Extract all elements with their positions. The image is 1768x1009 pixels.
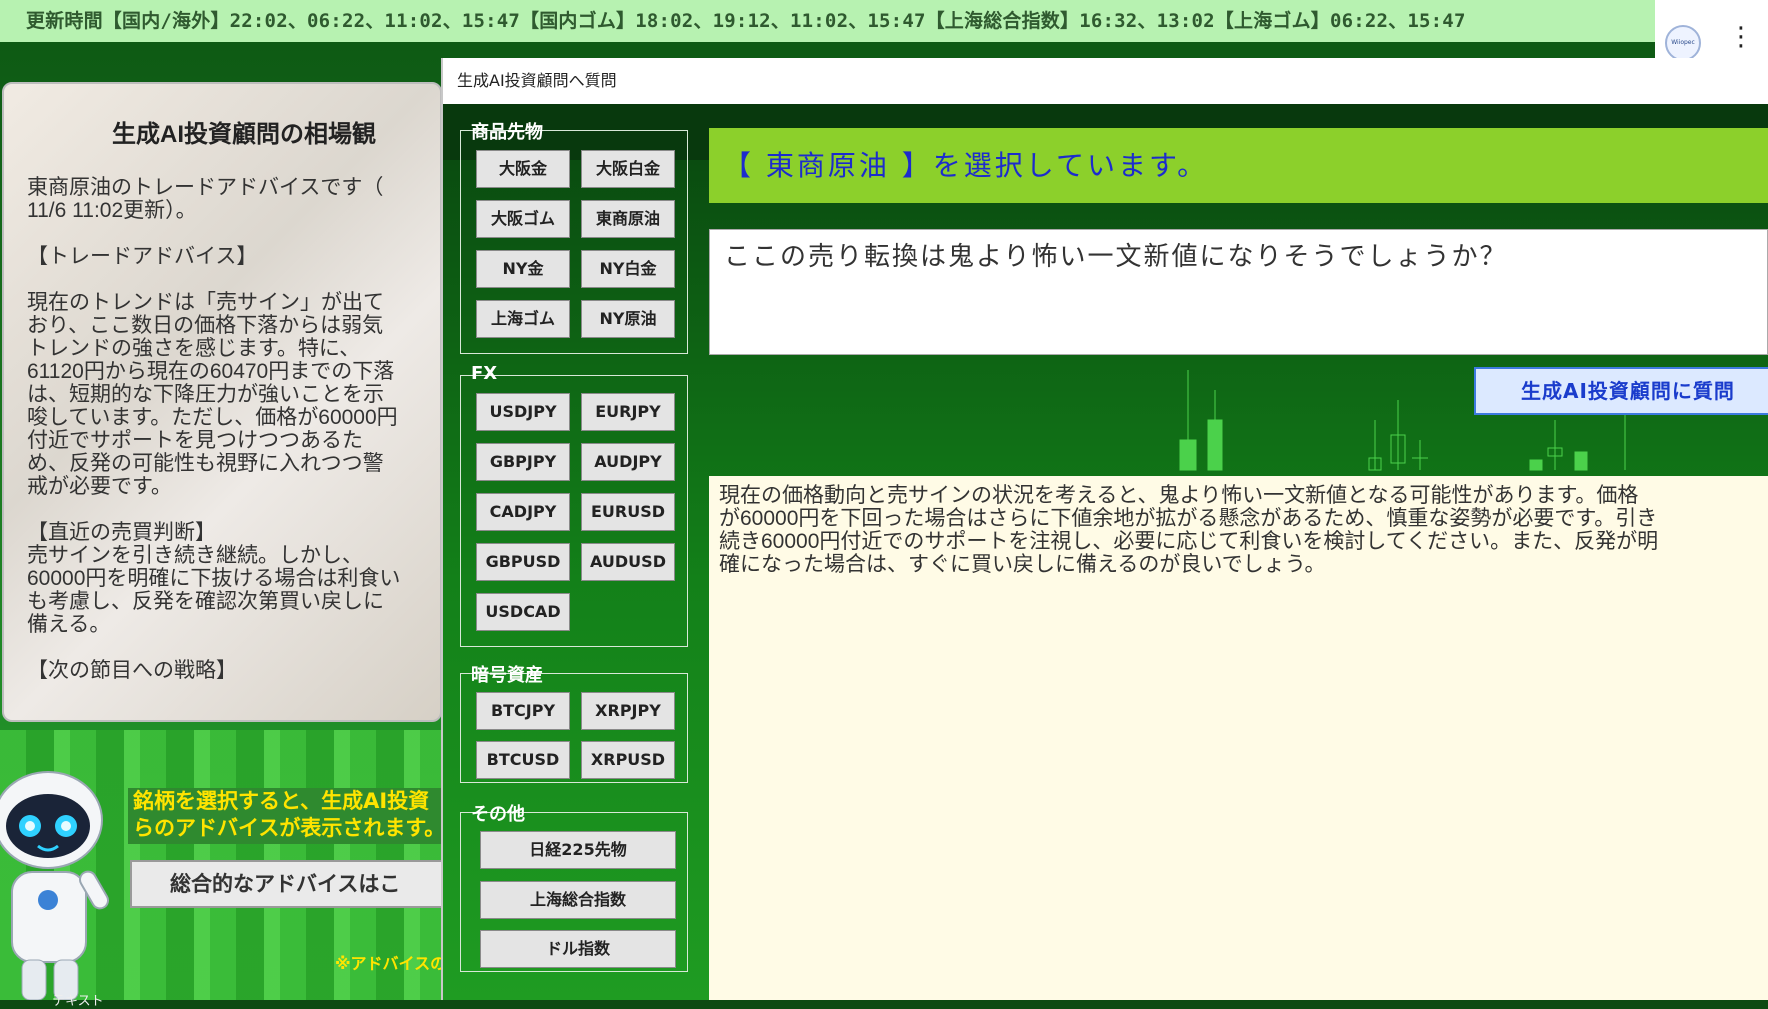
button-usdjpy[interactable]: USDJPY — [476, 393, 570, 431]
instruction-line-1: 銘柄を選択すると、生成AI投資 — [133, 789, 430, 813]
fx-group-label: FX — [471, 363, 498, 384]
button-gbpusd[interactable]: GBPUSD — [476, 543, 570, 581]
app-logo[interactable]: Wiiopec — [1665, 25, 1701, 61]
crypto-group-label: 暗号資産 — [471, 665, 543, 686]
instruction-message: 銘柄を選択すると、生成AI投資 らのアドバイスが表示されます。 — [128, 788, 448, 844]
button-osaka-platinum[interactable]: 大阪白金 — [581, 150, 675, 188]
button-eurusd[interactable]: EURUSD — [581, 493, 675, 531]
other-group-label: その他 — [471, 804, 525, 825]
dialog-title: 生成AI投資顧問へ質問 — [443, 58, 1768, 104]
button-ny-gold[interactable]: NY金 — [476, 250, 570, 288]
button-ny-crude[interactable]: NY原油 — [581, 300, 675, 338]
advice-body-text: 東商原油のトレードアドバイスです（ 11/6 11:02更新）。 【トレードアド… — [27, 176, 401, 682]
ai-answer-text: 現在の価格動向と売サインの状況を考えると、鬼より怖い一文新値となる可能性がありま… — [709, 476, 1768, 1000]
button-dollar-index[interactable]: ドル指数 — [480, 930, 676, 968]
button-xrpjpy[interactable]: XRPJPY — [581, 692, 675, 730]
kebab-menu-icon[interactable]: ⋮ — [1728, 24, 1754, 50]
button-audjpy[interactable]: AUDJPY — [581, 443, 675, 481]
button-btcjpy[interactable]: BTCJPY — [476, 692, 570, 730]
advice-note: ※アドバイスの — [335, 954, 447, 973]
button-shanghai-composite[interactable]: 上海総合指数 — [480, 881, 676, 919]
button-osaka-gold[interactable]: 大阪金 — [476, 150, 570, 188]
button-nikkei225-futures[interactable]: 日経225先物 — [480, 831, 676, 869]
button-btcusd[interactable]: BTCUSD — [476, 741, 570, 779]
button-ny-platinum[interactable]: NY白金 — [581, 250, 675, 288]
button-cadjpy[interactable]: CADJPY — [476, 493, 570, 531]
advice-title: 生成AI投資顧問の相場観 — [112, 121, 376, 148]
overall-advice-button[interactable]: 総合的なアドバイスはこ — [130, 860, 450, 908]
ask-ai-advisor-button[interactable]: 生成AI投資顧問に質問 — [1474, 367, 1768, 415]
button-osaka-rubber[interactable]: 大阪ゴム — [476, 200, 570, 238]
selected-instrument-banner: 【 東商原油 】を選択しています。 — [709, 128, 1768, 203]
robot-mascot-icon — [0, 771, 109, 1000]
commodities-group-label: 商品先物 — [471, 122, 543, 143]
button-eurjpy[interactable]: EURJPY — [581, 393, 675, 431]
button-usdcad[interactable]: USDCAD — [476, 593, 570, 631]
button-tokyo-crude[interactable]: 東商原油 — [581, 200, 675, 238]
instruction-line-2: らのアドバイスが表示されます。 — [133, 816, 446, 840]
button-audusd[interactable]: AUDUSD — [581, 543, 675, 581]
button-xrpusd[interactable]: XRPUSD — [581, 741, 675, 779]
update-time-ticker: 更新時間【国内/海外】22:02、06:22、11:02、15:47【国内ゴム】… — [0, 0, 1655, 42]
button-shanghai-rubber[interactable]: 上海ゴム — [476, 300, 570, 338]
advice-panel: 生成AI投資顧問の相場観 東商原油のトレードアドバイスです（ 11/6 11:0… — [2, 82, 442, 722]
question-input[interactable]: ここの売り転換は鬼より怖い一文新値になりそうでしょうか？ — [709, 229, 1768, 355]
button-gbpjpy[interactable]: GBPJPY — [476, 443, 570, 481]
